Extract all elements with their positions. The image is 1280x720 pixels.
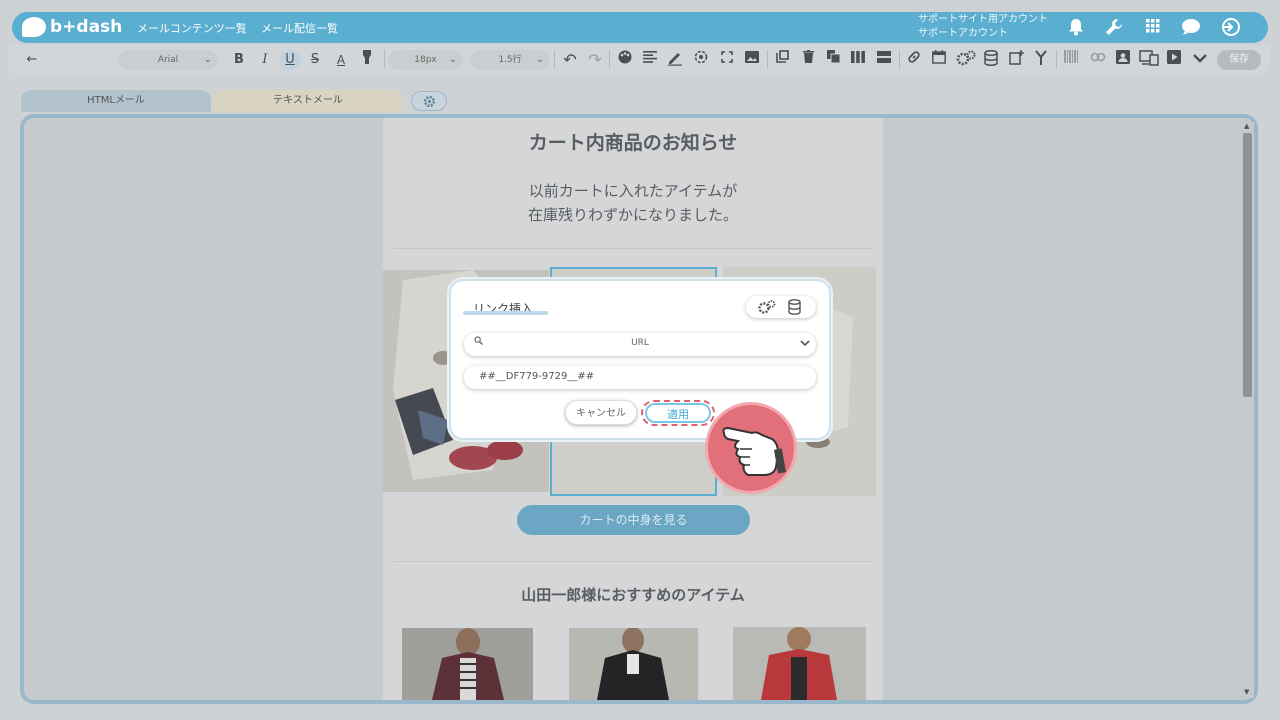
rows-icon[interactable] (875, 50, 893, 70)
image-icon[interactable] (743, 50, 761, 70)
toolbar-divider (554, 50, 555, 68)
strikethrough-icon[interactable]: S (307, 50, 323, 70)
account-site-name: サポートサイト用アカウント (918, 14, 1048, 25)
chevron-down-icon: ⌄ (203, 54, 212, 65)
divider (393, 248, 873, 249)
fullscreen-icon[interactable] (718, 50, 736, 70)
mail-lead-text[interactable]: 以前カートに入れたアイテムが 在庫残りわずかになりました。 (383, 179, 883, 227)
tab-settings[interactable] (411, 91, 447, 111)
trash-icon[interactable] (799, 50, 817, 70)
url-input[interactable]: ##__DF779-9729__## (464, 366, 816, 389)
nav-delivery-list[interactable]: メール配信一覧 (261, 20, 338, 36)
account-info[interactable]: サポートサイト用アカウント サポートアカウント (918, 13, 1048, 41)
pen-icon[interactable] (666, 50, 684, 70)
logo-mark-icon (22, 17, 46, 37)
link-type-value: URL (631, 338, 649, 348)
bold-icon[interactable]: B (231, 50, 247, 70)
logo-text: b+dash (50, 17, 123, 37)
add-block-icon[interactable] (1007, 50, 1025, 70)
link-icon[interactable] (905, 50, 923, 70)
font-family-select[interactable]: Arial ⌄ (118, 50, 218, 70)
barcode-icon[interactable] (1062, 50, 1080, 70)
palette-icon[interactable] (616, 50, 634, 70)
wrench-icon[interactable] (1104, 18, 1124, 38)
toolbar-divider (1056, 50, 1057, 68)
font-size-value: 18px (414, 55, 437, 65)
scrollbar-thumb[interactable] (1243, 133, 1252, 397)
database-icon[interactable] (788, 299, 801, 315)
tab-text-mail[interactable]: テキストメール (213, 90, 403, 112)
recommend-image-3[interactable] (733, 627, 866, 700)
font-size-select[interactable]: 18px ⌄ (388, 50, 463, 70)
gears-icon[interactable] (757, 299, 777, 315)
url-input-value: ##__DF779-9729__## (479, 371, 595, 382)
recommend-image-1[interactable] (402, 628, 533, 700)
chevron-down-icon (800, 340, 810, 347)
line-height-value: 1.5行 (498, 55, 522, 65)
toolbar-divider (609, 50, 610, 68)
chevron-down-icon: ⌄ (535, 54, 544, 65)
logo[interactable]: b+dash (22, 16, 122, 38)
target-icon[interactable] (692, 50, 710, 70)
undo-icon[interactable]: ↶ (561, 50, 579, 70)
logout-icon[interactable] (1220, 18, 1240, 38)
preview-devices-icon[interactable] (1138, 50, 1160, 70)
save-button[interactable]: 保存 (1217, 50, 1261, 70)
bell-icon[interactable] (1066, 18, 1086, 38)
font-family-value: Arial (157, 55, 179, 65)
duplicate-icon[interactable] (824, 50, 842, 70)
calendar-icon[interactable] (930, 50, 948, 70)
contact-card-icon[interactable] (1114, 50, 1132, 70)
view-cart-button[interactable]: カートの中身を見る (517, 505, 750, 535)
scroll-down-icon[interactable]: ▼ (1244, 688, 1249, 696)
mail-title[interactable]: カート内商品のお知らせ (383, 128, 883, 155)
line-height-select[interactable]: 1.5行 ⌄ (470, 50, 550, 70)
chevron-down-icon[interactable] (1191, 50, 1209, 70)
italic-icon[interactable]: I (257, 50, 273, 70)
dialog-tools (746, 296, 816, 318)
align-icon[interactable] (641, 50, 659, 70)
cancel-button[interactable]: キャンセル (565, 400, 637, 425)
toolbar-divider (899, 50, 900, 68)
mail-lead-line1: 以前カートに入れたアイテムが (528, 182, 738, 200)
unlink-icon[interactable] (1088, 50, 1108, 70)
mail-lead-line2: 在庫残りわずかになりました。 (527, 206, 738, 224)
divider (393, 561, 873, 562)
brain-icon[interactable] (1181, 18, 1201, 38)
copy-block-icon[interactable] (773, 50, 791, 70)
toolbar-divider (767, 50, 768, 68)
nav-content-list[interactable]: メールコンテンツ一覧 (137, 20, 247, 36)
gears-icon[interactable] (955, 50, 977, 70)
database-icon[interactable] (982, 49, 1000, 70)
gear-icon (423, 95, 436, 108)
pointing-hand-icon (705, 402, 797, 494)
recommend-image-2[interactable] (569, 628, 698, 700)
tab-html-mail[interactable]: HTMLメール (21, 90, 211, 112)
underline-icon[interactable]: U (279, 50, 301, 70)
apps-grid-icon[interactable] (1143, 18, 1163, 38)
account-name: サポートアカウント (918, 28, 1008, 39)
dialog-title-underline (463, 311, 548, 315)
play-icon[interactable] (1165, 50, 1183, 70)
branch-icon[interactable] (1032, 50, 1050, 70)
toolbar-divider (384, 50, 385, 68)
scroll-up-icon[interactable]: ▲ (1244, 122, 1249, 130)
back-arrow-icon[interactable]: ← (24, 50, 40, 70)
text-color-icon[interactable]: A (333, 50, 349, 70)
recommend-title[interactable]: 山田一郎様におすすめのアイテム (383, 584, 883, 605)
columns-icon[interactable] (849, 50, 867, 70)
redo-icon[interactable]: ↷ (586, 50, 604, 70)
highlight-icon[interactable] (358, 50, 376, 70)
link-type-select[interactable]: URL (464, 333, 816, 356)
apply-button[interactable]: 適用 (645, 403, 711, 423)
chevron-down-icon: ⌄ (448, 54, 457, 65)
